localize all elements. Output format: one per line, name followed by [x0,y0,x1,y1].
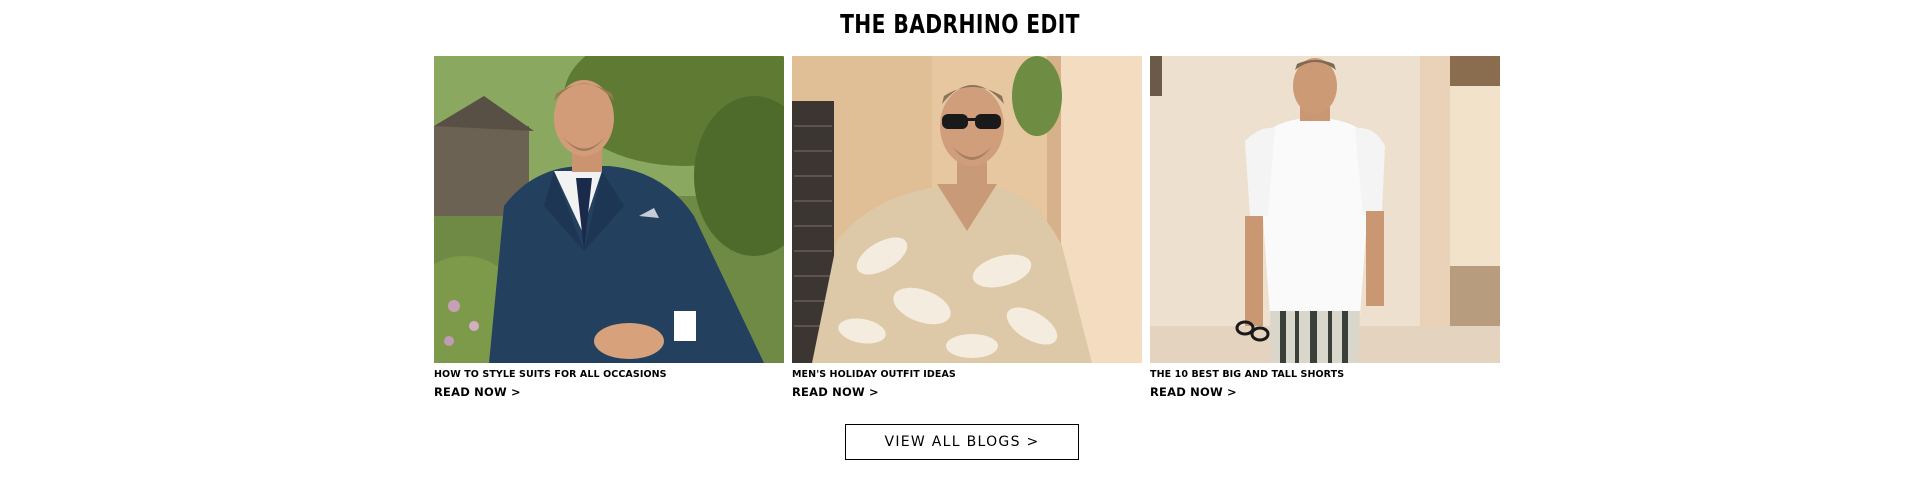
holiday-photo [792,56,1142,363]
blog-card-image[interactable] [792,56,1142,363]
shorts-photo [1150,56,1500,363]
blog-card-image[interactable] [1150,56,1500,363]
read-now-link[interactable]: READ NOW > [1150,385,1500,399]
blog-card-shorts[interactable]: THE 10 BEST BIG AND TALL SHORTS READ NOW… [1150,56,1500,399]
blog-card-suits[interactable]: HOW TO STYLE SUITS FOR ALL OCCASIONS REA… [434,56,784,399]
blog-card-caption: THE 10 BEST BIG AND TALL SHORTS [1150,369,1345,380]
read-now-link[interactable]: READ NOW > [792,385,1142,399]
blog-card-image[interactable] [434,56,784,363]
blog-card-holiday[interactable]: MEN'S HOLIDAY OUTFIT IDEAS READ NOW > [792,56,1142,399]
blog-card-caption: HOW TO STYLE SUITS FOR ALL OCCASIONS [434,369,667,380]
read-now-link[interactable]: READ NOW > [434,385,784,399]
blog-cards: HOW TO STYLE SUITS FOR ALL OCCASIONS REA… [434,56,1500,399]
view-all-blogs-button[interactable]: VIEW ALL BLOGS > [845,424,1079,460]
blog-edit-section: THE BADRHINO EDIT HOW TO STYLE SUITS FOR… [0,0,1920,493]
suit-photo [434,56,784,363]
blog-card-caption: MEN'S HOLIDAY OUTFIT IDEAS [792,369,956,380]
section-title: THE BADRHINO EDIT [840,10,1080,40]
